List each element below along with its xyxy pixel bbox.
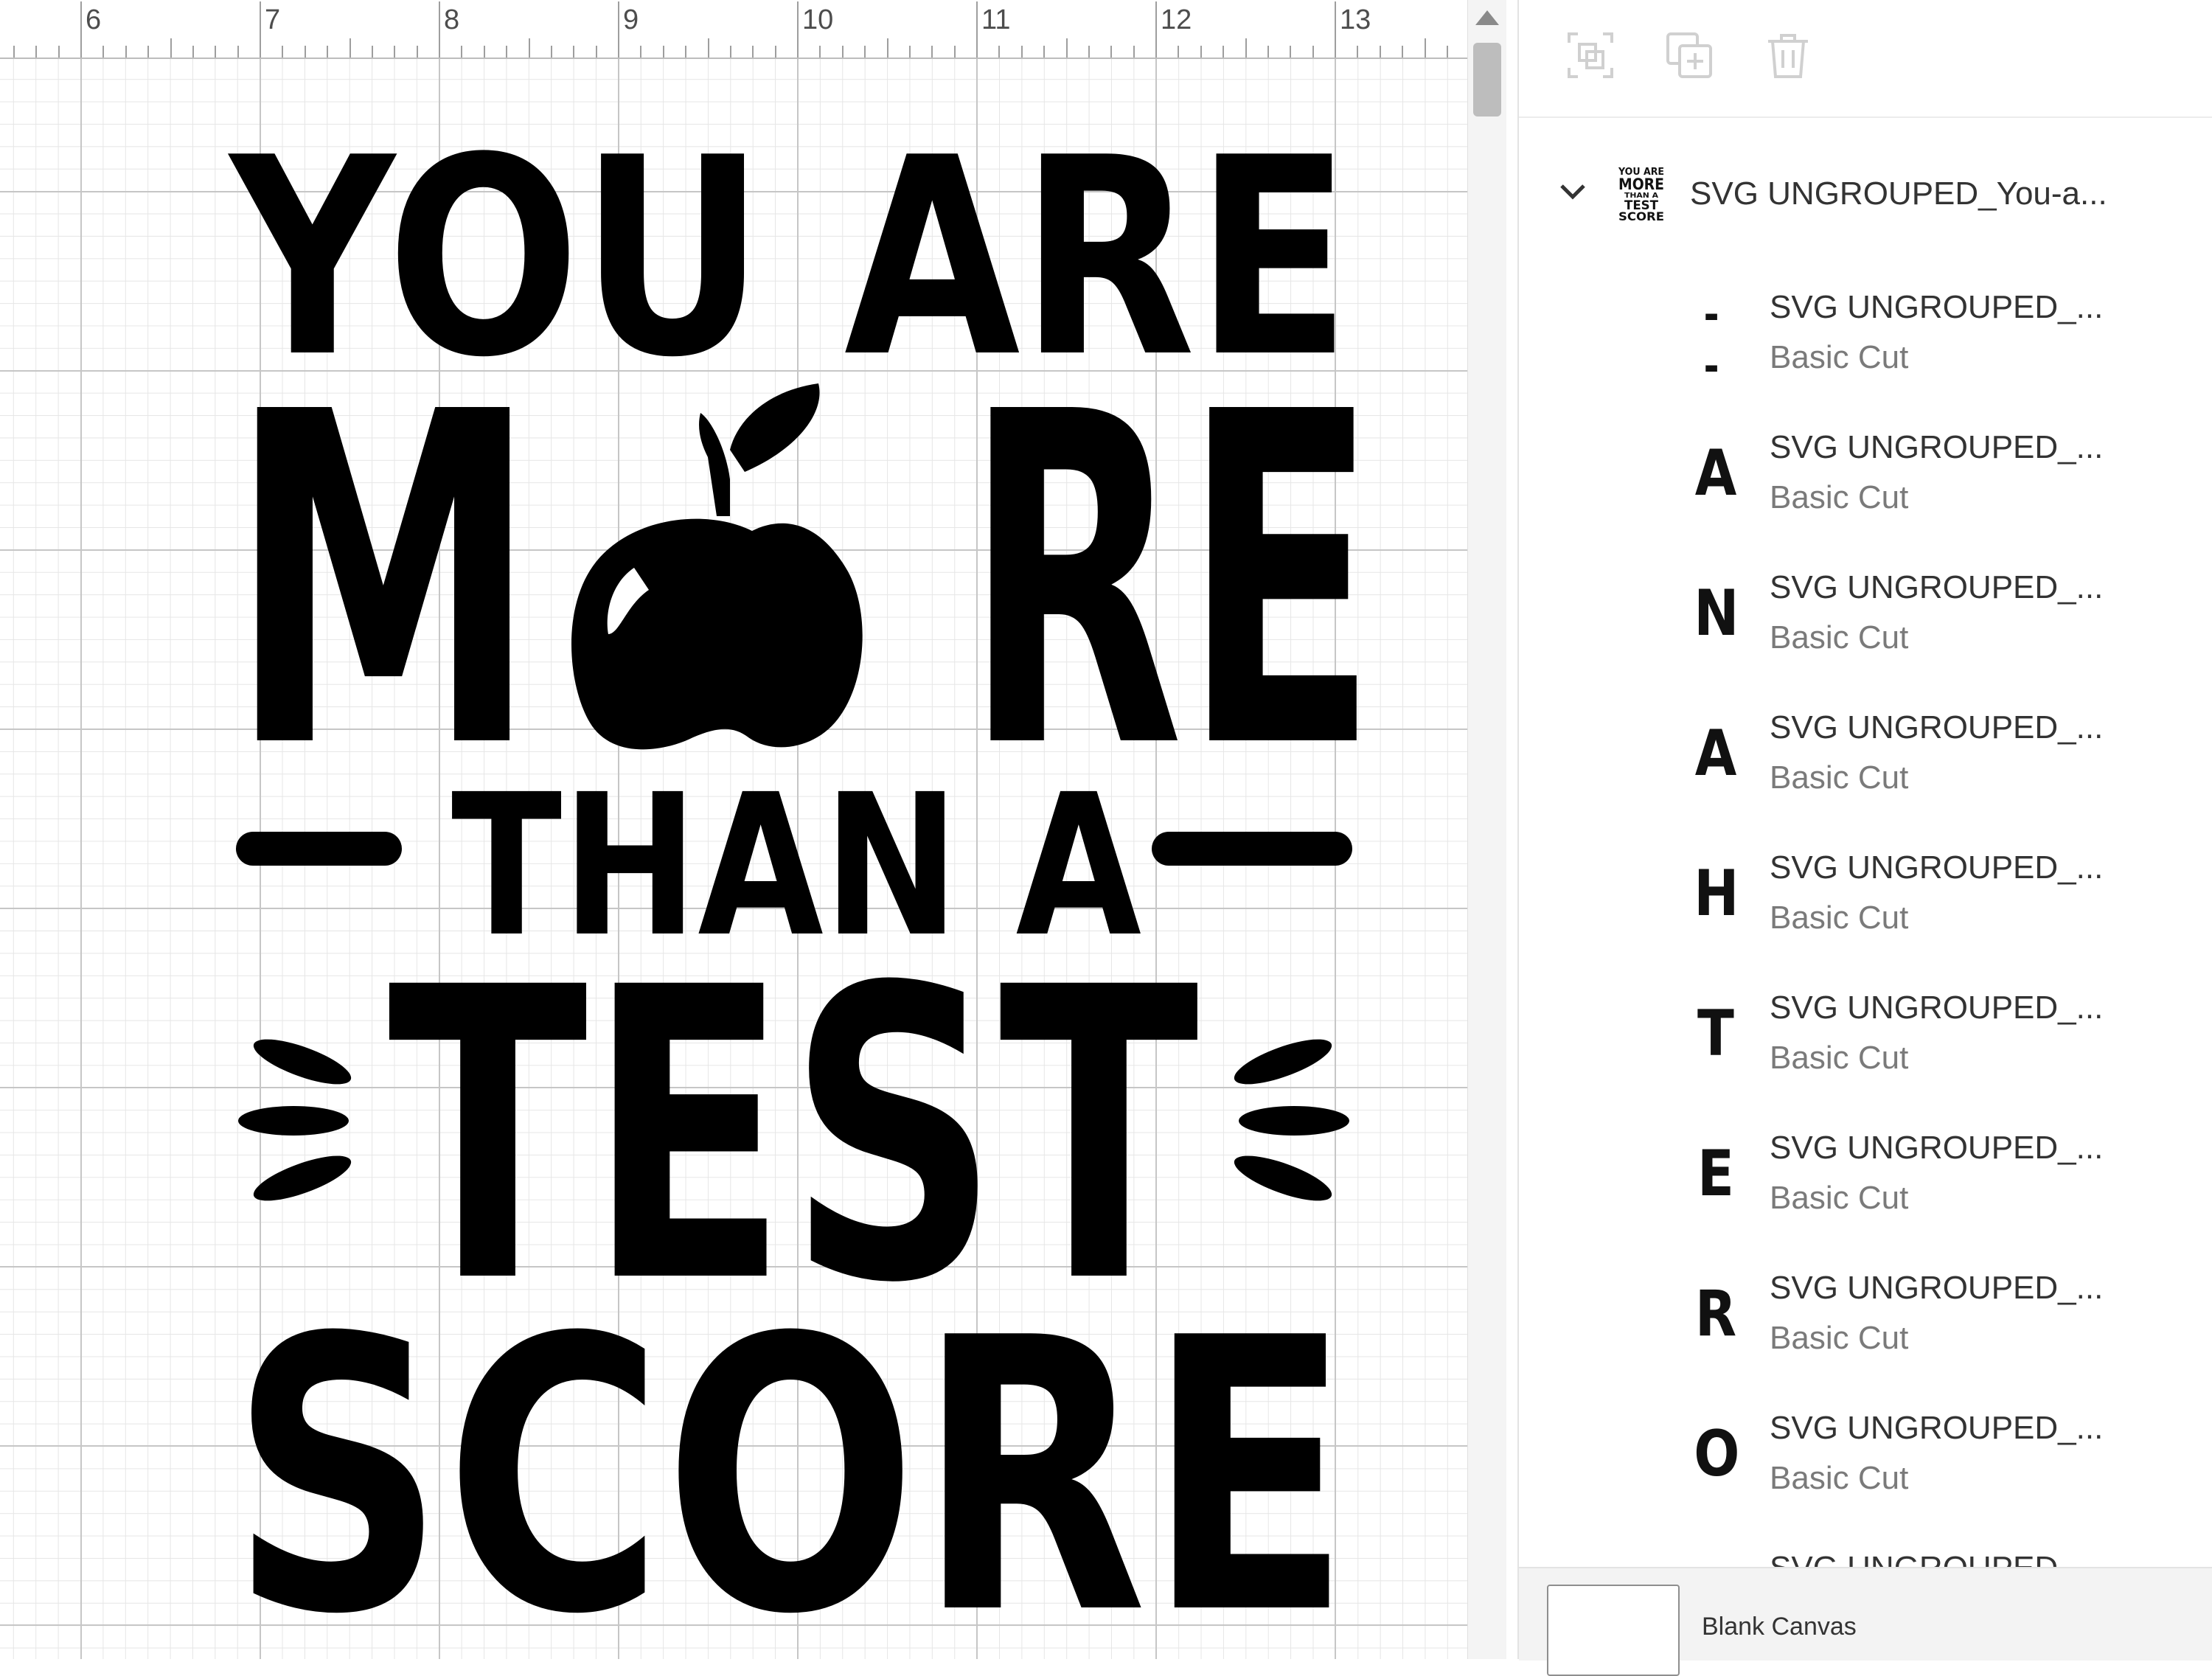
layer-item[interactable]: T SVG UNGROUPED_... Basic Cut — [1519, 975, 2212, 1115]
scroll-thumb[interactable] — [1473, 43, 1501, 117]
layer-item[interactable]: N SVG UNGROUPED_... Basic Cut — [1519, 554, 2212, 695]
decor-sparks-right[interactable] — [1229, 1030, 1349, 1209]
layer-name: SVG UNGROUPED_... — [1770, 849, 2104, 886]
layer-item[interactable]: O SVG UNGROUPED_... Basic Cut — [1519, 1395, 2212, 1535]
layer-item[interactable]: E SVG UNGROUPED_... Basic Cut — [1519, 1115, 2212, 1255]
layer-thumbnail: H — [1694, 857, 1739, 931]
chevron-down-icon[interactable] — [1556, 174, 1590, 208]
layer-operation: Basic Cut — [1770, 1320, 1909, 1356]
layer-item[interactable]: R SVG UNGROUPED_... Basic Cut — [1519, 1255, 2212, 1395]
decor-sparks-left[interactable] — [238, 1030, 356, 1209]
layer-item[interactable]: A SVG UNGROUPED_... Basic Cut — [1519, 414, 2212, 554]
thumb-line-2: MORE — [1618, 175, 1664, 193]
layer-name: SVG UNGROUPED_... — [1770, 1270, 2104, 1306]
layer-item[interactable]: - - SVG UNGROUPED_... Basic Cut — [1519, 274, 2212, 414]
layer-name: SVG UNGROUPED_... — [1770, 1130, 2104, 1166]
layer-thumbnail: A — [1694, 717, 1737, 790]
layer-name: SVG UNGROUPED_... — [1770, 1550, 2104, 1568]
layer-group-name: SVG UNGROUPED_You-a... — [1690, 175, 2107, 212]
layer-operation: Basic Cut — [1770, 339, 1909, 375]
layer-operation: Basic Cut — [1770, 1460, 1909, 1496]
layer-thumbnail: - - — [1703, 289, 1728, 392]
group-thumbnail: YOU ARE MORE THAN A TEST SCORE — [1618, 167, 1664, 221]
blank-canvas-label: Blank Canvas — [1702, 1613, 1857, 1641]
layer-item[interactable]: C SVG UNGROUPED_... — [1519, 1535, 2212, 1568]
layer-operation: Basic Cut — [1770, 479, 1909, 515]
canvas-vertical-scrollbar[interactable] — [1467, 0, 1506, 1659]
layer-operation: Basic Cut — [1770, 619, 1909, 656]
layer-thumbnail: O — [1694, 1417, 1740, 1491]
layer-name: SVG UNGROUPED_... — [1770, 429, 2104, 465]
delete-icon[interactable] — [1762, 29, 1814, 81]
layer-thumbnail: A — [1694, 437, 1737, 510]
design-artwork[interactable]: YOU ARE M RE THAN A TEST SCORE — [0, 0, 1467, 1659]
layer-list[interactable]: - - SVG UNGROUPED_... Basic Cut A SVG UN… — [1519, 274, 2212, 1568]
layer-thumbnail: E — [1697, 1137, 1734, 1211]
canvas-bottom-bar: Blank Canvas — [1519, 1567, 2212, 1676]
apple-icon[interactable] — [571, 383, 863, 750]
scroll-up-arrow-icon[interactable] — [1475, 10, 1499, 25]
layer-name: SVG UNGROUPED_... — [1770, 1410, 2104, 1446]
layer-name: SVG UNGROUPED_... — [1770, 709, 2104, 745]
design-canvas[interactable]: 6 7 8 9 10 11 12 13 YOU ARE M RE THAN A … — [0, 0, 1467, 1659]
thumb-line-5: SCORE — [1618, 209, 1664, 221]
layer-operation: Basic Cut — [1770, 900, 1909, 936]
layer-operation: Basic Cut — [1770, 759, 1909, 796]
layer-item[interactable]: H SVG UNGROUPED_... Basic Cut — [1519, 835, 2212, 975]
layer-name: SVG UNGROUPED_... — [1770, 569, 2104, 605]
layer-thumbnail: N — [1694, 577, 1739, 650]
duplicate-icon[interactable] — [1663, 29, 1715, 81]
blank-canvas-swatch[interactable] — [1547, 1585, 1680, 1676]
layers-panel: YOU ARE MORE THAN A TEST SCORE SVG UNGRO… — [1517, 0, 2212, 1676]
layer-thumbnail: T — [1697, 997, 1734, 1071]
layer-thumbnail: R — [1694, 1277, 1737, 1351]
group-icon[interactable] — [1565, 29, 1616, 81]
design-line-score[interactable]: SCORE — [230, 1259, 1351, 1659]
layer-operation: Basic Cut — [1770, 1040, 1909, 1076]
layers-toolbar — [1519, 0, 2212, 118]
layer-name: SVG UNGROUPED_... — [1770, 289, 2104, 325]
layer-group-row[interactable]: YOU ARE MORE THAN A TEST SCORE SVG UNGRO… — [1519, 147, 2212, 236]
layer-name: SVG UNGROUPED_... — [1770, 990, 2104, 1026]
layer-item[interactable]: A SVG UNGROUPED_... Basic Cut — [1519, 695, 2212, 835]
layer-operation: Basic Cut — [1770, 1180, 1909, 1216]
